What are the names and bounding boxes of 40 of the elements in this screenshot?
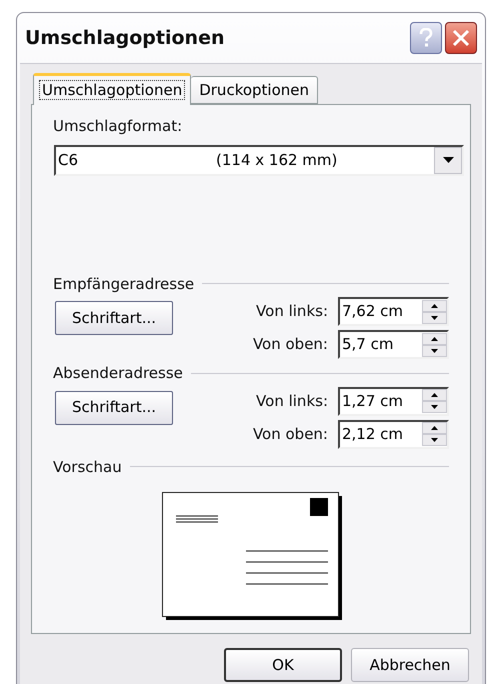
font-button[interactable]: Schriftart...	[55, 301, 173, 335]
caret-icon	[442, 157, 454, 163]
help-button[interactable]	[410, 22, 442, 54]
field-label: Von oben:	[252, 334, 328, 356]
dropdown-button[interactable]	[434, 146, 462, 174]
envelope-size-dropdown[interactable]: C6 (114 x 162 mm)	[54, 144, 464, 176]
spin-field[interactable]: 7,62 cm	[338, 297, 449, 326]
group-title: Vorschau	[53, 456, 122, 478]
up-arrow-icon	[431, 393, 438, 397]
font-button[interactable]: Schriftart...	[55, 390, 173, 424]
spin-buttons[interactable]	[422, 332, 447, 356]
up-arrow-icon	[431, 336, 438, 340]
group-title: Absenderadresse	[53, 363, 183, 384]
spin-field[interactable]: 2,12 cm	[338, 420, 449, 448]
close-icon	[452, 29, 470, 47]
cancel-button[interactable]: Abbrechen	[351, 648, 469, 682]
field-label: Von links:	[256, 390, 328, 412]
spin-buttons[interactable]	[422, 389, 447, 413]
dropdown-value: C6	[57, 150, 80, 171]
down-arrow-icon	[431, 316, 438, 320]
spin-buttons[interactable]	[422, 422, 447, 446]
down-arrow-icon	[431, 438, 438, 442]
field-label: Umschlagformat:	[53, 116, 184, 137]
down-arrow-icon	[431, 405, 438, 409]
field-label: Von oben:	[252, 424, 328, 445]
up-arrow-icon	[431, 426, 438, 430]
dropdown-value-detail: (114 x 162 mm)	[216, 150, 338, 171]
field-label: Von links:	[256, 301, 328, 322]
spin-field[interactable]: 1,27 cm	[338, 386, 449, 416]
tab[interactable]: Druckoptionen	[191, 76, 318, 104]
help-icon	[419, 28, 433, 48]
ok-button[interactable]: OK	[224, 648, 342, 682]
window-title: Umschlagoptionen	[25, 26, 226, 51]
group-title: Empfängeradresse	[53, 274, 194, 294]
down-arrow-icon	[431, 348, 438, 352]
up-arrow-icon	[431, 304, 438, 308]
spin-field[interactable]: 5,7 cm	[338, 330, 449, 359]
close-button[interactable]	[445, 22, 477, 54]
tab[interactable]: Umschlagoptionen	[33, 73, 192, 105]
spin-buttons[interactable]	[422, 300, 447, 324]
